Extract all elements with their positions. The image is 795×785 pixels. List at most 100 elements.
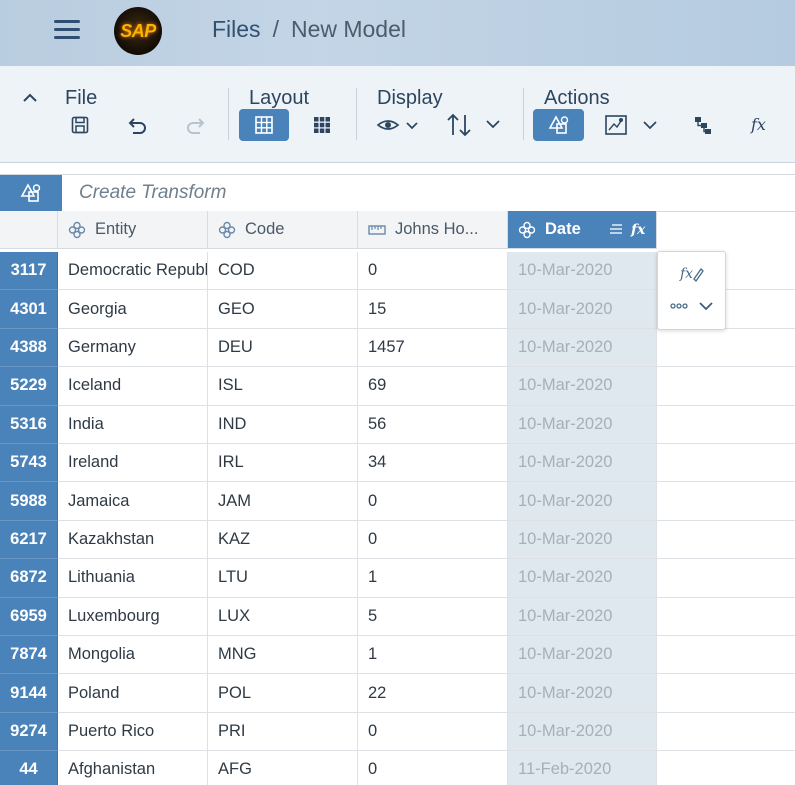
cell-entity[interactable]: Poland xyxy=(58,674,208,713)
cell-value[interactable]: 0 xyxy=(358,482,508,521)
cell-entity[interactable]: Lithuania xyxy=(58,559,208,598)
row-number[interactable]: 5316 xyxy=(0,405,58,444)
cell-value[interactable]: 15 xyxy=(358,290,508,329)
row-number[interactable]: 7874 xyxy=(0,636,58,675)
collapse-icon[interactable] xyxy=(20,89,40,107)
breadcrumb-files[interactable]: Files xyxy=(212,16,261,42)
column-header-code[interactable]: Code xyxy=(208,211,358,249)
cell-entity[interactable]: Democratic Republ xyxy=(58,252,208,291)
cell-date[interactable]: 10-Mar-2020 xyxy=(508,290,657,329)
cell-entity[interactable]: Germany xyxy=(58,328,208,368)
table-row[interactable]: 6872 Lithuania LTU 1 10-Mar-2020 xyxy=(0,559,795,598)
transform-button[interactable] xyxy=(533,109,584,141)
cell-value[interactable]: 0 xyxy=(358,520,508,560)
cell-value[interactable]: 69 xyxy=(358,367,508,406)
cell-empty[interactable] xyxy=(657,751,795,785)
create-transform-input[interactable] xyxy=(63,175,783,211)
align-icon[interactable] xyxy=(608,221,624,242)
cell-entity[interactable]: Ireland xyxy=(58,444,208,483)
cell-entity[interactable]: Mongolia xyxy=(58,636,208,675)
cell-value[interactable]: 1457 xyxy=(358,328,508,368)
undo-icon[interactable] xyxy=(124,109,152,141)
cell-date[interactable]: 10-Mar-2020 xyxy=(508,444,657,483)
row-number[interactable]: 44 xyxy=(0,751,58,785)
column-header-johns-hopkins[interactable]: Johns Ho... xyxy=(358,211,508,249)
row-number[interactable]: 5988 xyxy=(0,482,58,521)
cell-date[interactable]: 10-Mar-2020 xyxy=(508,559,657,598)
cell-empty[interactable] xyxy=(657,559,795,598)
cell-value[interactable]: 1 xyxy=(358,636,508,675)
cell-code[interactable]: ISL xyxy=(208,367,358,406)
table-row[interactable]: 6959 Luxembourg LUX 5 10-Mar-2020 xyxy=(0,597,795,636)
cell-empty[interactable] xyxy=(657,406,795,444)
row-number[interactable]: 6217 xyxy=(0,520,58,560)
cell-value[interactable]: 0 xyxy=(358,751,508,785)
cell-empty[interactable] xyxy=(657,598,795,636)
table-row[interactable]: 5743 Ireland IRL 34 10-Mar-2020 xyxy=(0,444,795,483)
cell-value[interactable]: 0 xyxy=(358,712,508,752)
table-row[interactable]: 5229 Iceland ISL 69 10-Mar-2020 xyxy=(0,367,795,406)
cell-entity[interactable]: Georgia xyxy=(58,290,208,329)
cell-entity[interactable]: India xyxy=(58,405,208,444)
cell-empty[interactable] xyxy=(657,674,795,713)
table-row[interactable]: 44 Afghanistan AFG 0 11-Feb-2020 xyxy=(0,751,795,785)
row-number[interactable]: 9274 xyxy=(0,712,58,752)
cell-empty[interactable] xyxy=(657,367,795,406)
cell-empty[interactable] xyxy=(657,329,795,368)
cell-value[interactable]: 22 xyxy=(358,674,508,713)
row-number[interactable]: 4388 xyxy=(0,328,58,368)
cell-entity[interactable]: Jamaica xyxy=(58,482,208,521)
show-dropdown[interactable] xyxy=(374,109,424,141)
row-number[interactable]: 5229 xyxy=(0,367,58,406)
cell-entity[interactable]: Afghanistan xyxy=(58,751,208,785)
cell-code[interactable]: IND xyxy=(208,405,358,444)
transform-bar-button[interactable] xyxy=(0,175,62,211)
cell-entity[interactable]: Kazakhstan xyxy=(58,520,208,560)
cell-entity[interactable]: Iceland xyxy=(58,367,208,406)
table-row[interactable]: 4388 Germany DEU 1457 10-Mar-2020 xyxy=(0,328,795,368)
cell-empty[interactable] xyxy=(657,636,795,675)
cell-empty[interactable] xyxy=(657,713,795,752)
geo-enrich-dropdown[interactable] xyxy=(602,109,662,141)
row-number[interactable]: 4301 xyxy=(0,290,58,329)
table-row[interactable]: 5988 Jamaica JAM 0 10-Mar-2020 xyxy=(0,482,795,521)
cell-value[interactable]: 5 xyxy=(358,597,508,636)
cell-date[interactable]: 10-Mar-2020 xyxy=(508,252,657,291)
cell-date[interactable]: 10-Mar-2020 xyxy=(508,520,657,560)
row-number[interactable]: 9144 xyxy=(0,674,58,713)
column-header-date[interactable]: Date fx xyxy=(508,211,657,249)
row-number[interactable]: 3117 xyxy=(0,252,58,291)
cell-code[interactable]: PRI xyxy=(208,712,358,752)
cell-code[interactable]: POL xyxy=(208,674,358,713)
row-number[interactable]: 6959 xyxy=(0,597,58,636)
cell-code[interactable]: LTU xyxy=(208,559,358,598)
table-view-icon[interactable] xyxy=(306,109,338,141)
cell-code[interactable]: DEU xyxy=(208,328,358,368)
cell-date[interactable]: 10-Mar-2020 xyxy=(508,674,657,713)
cell-date[interactable]: 10-Mar-2020 xyxy=(508,636,657,675)
table-row[interactable]: 6217 Kazakhstan KAZ 0 10-Mar-2020 xyxy=(0,520,795,560)
cell-empty[interactable] xyxy=(657,444,795,483)
cell-date[interactable]: 10-Mar-2020 xyxy=(508,328,657,368)
column-header-entity[interactable]: Entity xyxy=(58,211,208,249)
cell-date[interactable]: 11-Feb-2020 xyxy=(508,751,657,785)
cell-empty[interactable] xyxy=(657,521,795,560)
save-icon[interactable] xyxy=(66,109,94,141)
table-row[interactable]: 5316 India IND 56 10-Mar-2020 xyxy=(0,405,795,444)
cell-empty[interactable] xyxy=(657,482,795,521)
cell-code[interactable]: COD xyxy=(208,252,358,291)
cell-value[interactable]: 1 xyxy=(358,559,508,598)
redo-icon[interactable] xyxy=(181,109,209,141)
cell-code[interactable]: GEO xyxy=(208,290,358,329)
cell-code[interactable]: AFG xyxy=(208,751,358,785)
cell-entity[interactable]: Luxembourg xyxy=(58,597,208,636)
edit-formula-icon[interactable]: fx xyxy=(658,256,725,290)
cell-date[interactable]: 10-Mar-2020 xyxy=(508,482,657,521)
cell-code[interactable]: KAZ xyxy=(208,520,358,560)
sort-dropdown[interactable] xyxy=(444,109,504,141)
table-row[interactable]: 9274 Puerto Rico PRI 0 10-Mar-2020 xyxy=(0,712,795,752)
formula-icon[interactable]: fx xyxy=(746,109,774,141)
table-row[interactable]: 7874 Mongolia MNG 1 10-Mar-2020 xyxy=(0,636,795,675)
cell-date[interactable]: 10-Mar-2020 xyxy=(508,712,657,752)
row-number[interactable]: 5743 xyxy=(0,444,58,483)
